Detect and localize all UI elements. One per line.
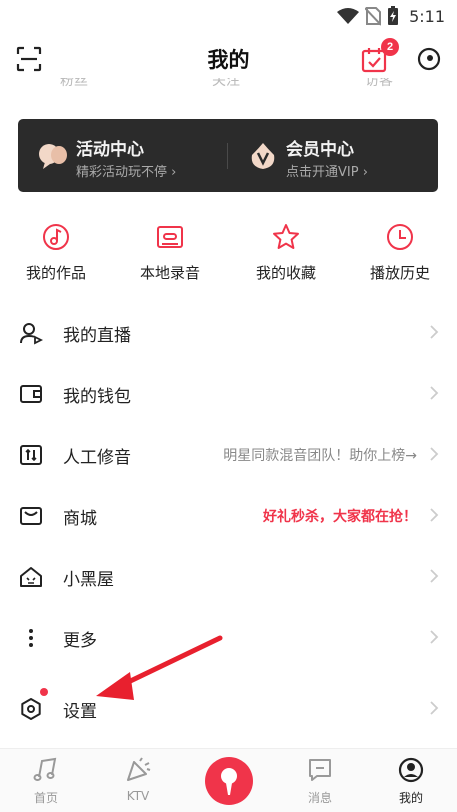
my-works-button[interactable]: 我的作品 (6, 222, 106, 292)
faded-label: 粉丝 (60, 78, 88, 89)
wallet-icon (20, 385, 42, 403)
menu-item-promo-text: 好礼秒杀，大家都在抢！ (263, 509, 417, 525)
quick-action-label: 本地录音 (139, 264, 200, 282)
play-history-button[interactable]: 播放历史 (350, 222, 450, 292)
quick-action-label: 我的作品 (25, 264, 86, 282)
vip-title: 会员中心 (286, 140, 354, 160)
nav-sing-button[interactable] (205, 757, 253, 805)
nav-label: KTV (126, 789, 150, 803)
no-sim-icon (365, 7, 382, 26)
profile-icon (398, 757, 424, 783)
chevron-right-icon (430, 508, 439, 522)
cassette-icon (157, 226, 183, 248)
nav-messages[interactable]: 消息 (274, 749, 366, 812)
status-bar: 5:11 (0, 0, 457, 32)
settings-icon (21, 698, 41, 720)
live-icon (20, 323, 43, 345)
house-icon (20, 567, 42, 587)
menu-item-label: 我的直播 (63, 326, 131, 346)
nav-label: 我的 (398, 791, 423, 805)
chevron-right-icon (430, 630, 439, 644)
header: 我的 2 (0, 34, 457, 84)
vip-center-button[interactable]: 会员中心 点击开通VIP › (228, 119, 438, 192)
quick-action-label: 我的收藏 (255, 264, 316, 282)
menu-item-my-wallet[interactable]: 我的钱包 (0, 363, 457, 424)
music-note-icon (43, 224, 69, 250)
activity-title: 活动中心 (76, 140, 144, 160)
menu-item-label: 我的钱包 (63, 387, 131, 407)
nav-mine[interactable]: 我的 (365, 749, 457, 812)
party-popper-icon (127, 757, 151, 781)
bottom-nav: 首页 KTV 消息 我的 (0, 748, 457, 812)
my-favorites-button[interactable]: 我的收藏 (236, 222, 336, 292)
message-icon (309, 759, 331, 781)
menu-item-shop[interactable]: 商城 好礼秒杀，大家都在抢！ (0, 485, 457, 546)
battery-charging-icon (388, 6, 399, 25)
chevron-right-icon (430, 325, 439, 339)
nav-label: 首页 (33, 791, 58, 805)
quick-actions: 我的作品 本地录音 我的收藏 播放历史 (0, 222, 457, 292)
menu-item-label: 商城 (63, 509, 97, 529)
shop-icon (20, 507, 42, 525)
activity-subtitle: 精彩活动玩不停 › (76, 165, 177, 180)
vip-subtitle: 点击开通VIP › (286, 165, 368, 180)
record-circle-icon[interactable] (417, 47, 441, 71)
clock-icon (387, 224, 413, 250)
chevron-right-icon (430, 386, 439, 400)
activity-center-button[interactable]: 活动中心 精彩活动玩不停 › (18, 119, 228, 192)
star-icon (273, 224, 299, 249)
chevron-right-icon (430, 569, 439, 583)
profile-stats-strip: 粉丝 关注 访客 (0, 78, 457, 96)
vip-icon (251, 143, 275, 169)
faded-label: 关注 (212, 78, 240, 89)
menu-item-label: 人工修音 (63, 448, 131, 468)
annotation-arrow-icon (96, 635, 223, 700)
promo-card: 活动中心 精彩活动玩不停 › 会员中心 点击开通VIP › (18, 119, 438, 192)
nav-ktv[interactable]: KTV (92, 749, 184, 812)
chat-bubbles-icon (39, 144, 67, 169)
menu-item-manual-tuning[interactable]: 人工修音 明星同款混音团队！助你上榜→ (0, 424, 457, 485)
menu-item-label: 小黑屋 (63, 570, 114, 590)
wifi-icon (337, 8, 360, 24)
nav-home[interactable]: 首页 (0, 749, 92, 812)
calendar-badge: 2 (381, 38, 399, 56)
music-notes-icon (33, 757, 57, 781)
status-icons: 5:11 (337, 4, 445, 28)
nav-label: 消息 (307, 791, 332, 805)
menu-item-promo-text: 明星同款混音团队！助你上榜→ (223, 448, 417, 464)
menu-item-black-room[interactable]: 小黑屋 (0, 546, 457, 607)
status-time: 5:11 (409, 6, 445, 26)
tuning-icon (20, 445, 42, 465)
faded-label: 访客 (365, 78, 393, 89)
microphone-icon (221, 768, 237, 795)
notification-dot (40, 688, 48, 696)
quick-action-label: 播放历史 (369, 264, 430, 282)
chevron-right-icon (430, 701, 439, 715)
menu-item-my-live[interactable]: 我的直播 (0, 302, 457, 363)
more-vertical-icon (29, 629, 33, 647)
local-recordings-button[interactable]: 本地录音 (120, 222, 220, 292)
chevron-right-icon (430, 447, 439, 461)
